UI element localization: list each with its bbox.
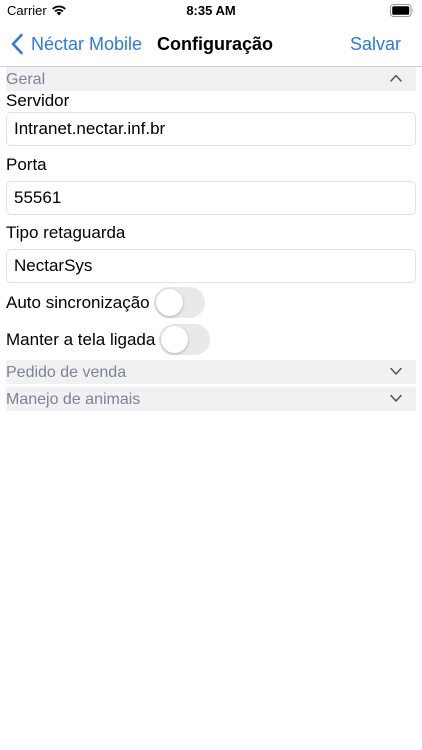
- porta-input[interactable]: [6, 181, 416, 215]
- section-header-manejo-de-animais[interactable]: Manejo de animais: [6, 387, 416, 411]
- section-label: Manejo de animais: [6, 391, 141, 408]
- toggle-knob: [155, 289, 183, 316]
- servidor-label: Servidor: [6, 91, 70, 110]
- toggle-knob: [161, 326, 189, 353]
- section-label: Geral: [6, 71, 46, 88]
- auto-sync-toggle[interactable]: [153, 287, 205, 318]
- page-title: Configuração: [157, 34, 274, 54]
- keep-screen-on-row: Manter a tela ligada: [6, 324, 422, 355]
- chevron-up-icon: [390, 74, 402, 82]
- status-bar: Carrier 8:35 AM: [0, 0, 422, 22]
- section-header-pedido-de-venda[interactable]: Pedido de venda: [6, 360, 416, 384]
- section-header-geral[interactable]: Geral: [6, 67, 416, 91]
- navigation-bar: Néctar Mobile Configuração Salvar: [0, 22, 422, 67]
- back-button-label: Néctar Mobile: [31, 33, 143, 54]
- servidor-input[interactable]: [6, 112, 416, 146]
- keep-screen-on-toggle[interactable]: [159, 324, 211, 355]
- porta-label: Porta: [6, 155, 47, 174]
- auto-sync-label: Auto sincronização: [6, 292, 150, 312]
- auto-sync-row: Auto sincronização: [6, 287, 422, 318]
- back-button[interactable]: Néctar Mobile: [10, 22, 142, 66]
- tipo-retaguarda-input[interactable]: [6, 249, 416, 283]
- keep-screen-on-label: Manter a tela ligada: [6, 329, 156, 349]
- battery-icon: [390, 4, 413, 17]
- save-button[interactable]: Salvar: [350, 22, 401, 66]
- clock: 8:35 AM: [186, 3, 236, 18]
- section-label: Pedido de venda: [6, 364, 127, 381]
- tipo-retaguarda-label: Tipo retaguarda: [6, 223, 126, 242]
- chevron-down-icon: [390, 367, 402, 375]
- chevron-down-icon: [390, 394, 402, 402]
- chevron-left-icon: [11, 33, 23, 55]
- settings-form: Geral Servidor Porta Tipo retaguarda Aut…: [0, 67, 422, 411]
